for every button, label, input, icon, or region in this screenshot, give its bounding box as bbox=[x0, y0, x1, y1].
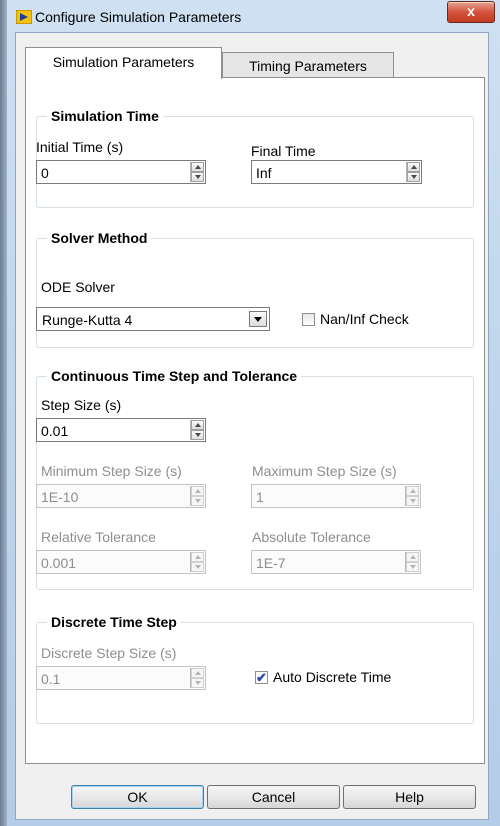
continuous-step-title: Continuous Time Step and Tolerance bbox=[47, 368, 302, 384]
min-step-input[interactable]: 1E-10 bbox=[36, 484, 206, 508]
relative-tolerance-label: Relative Tolerance bbox=[41, 529, 156, 545]
absolute-tolerance-input[interactable]: 1E-7 bbox=[251, 550, 421, 574]
absolute-tolerance-spinner[interactable] bbox=[405, 552, 419, 572]
dialog-body: Simulation Parameters Timing Parameters … bbox=[15, 32, 489, 820]
step-size-spinner[interactable] bbox=[190, 420, 204, 440]
discrete-step-input[interactable]: 0.1 bbox=[36, 666, 206, 690]
tab-simulation-parameters[interactable]: Simulation Parameters bbox=[25, 47, 222, 79]
increment-icon[interactable] bbox=[406, 486, 419, 496]
initial-time-spinner[interactable] bbox=[190, 162, 204, 182]
close-button[interactable]: x bbox=[447, 1, 495, 23]
max-step-label: Maximum Step Size (s) bbox=[252, 463, 397, 479]
step-size-value: 0.01 bbox=[41, 423, 69, 439]
cancel-button[interactable]: Cancel bbox=[207, 785, 340, 809]
decrement-icon[interactable] bbox=[191, 678, 204, 688]
min-step-value: 1E-10 bbox=[41, 489, 79, 505]
min-step-spinner[interactable] bbox=[190, 486, 204, 506]
increment-icon[interactable] bbox=[407, 162, 420, 172]
initial-time-value: 0 bbox=[41, 165, 49, 181]
increment-icon[interactable] bbox=[191, 668, 204, 678]
final-time-spinner[interactable] bbox=[406, 162, 420, 182]
discrete-step-spinner[interactable] bbox=[190, 668, 204, 688]
decrement-icon[interactable] bbox=[191, 430, 204, 440]
increment-icon[interactable] bbox=[191, 162, 204, 172]
step-size-input[interactable]: 0.01 bbox=[36, 418, 206, 442]
auto-discrete-time-label[interactable]: Auto Discrete Time bbox=[273, 669, 391, 685]
increment-icon[interactable] bbox=[191, 486, 204, 496]
simulation-time-title: Simulation Time bbox=[47, 108, 163, 124]
max-step-value: 1 bbox=[256, 489, 264, 505]
relative-tolerance-spinner[interactable] bbox=[190, 552, 204, 572]
chevron-down-icon[interactable] bbox=[249, 311, 267, 327]
help-button[interactable]: Help bbox=[343, 785, 476, 809]
discrete-step-value: 0.1 bbox=[41, 671, 61, 687]
decrement-icon[interactable] bbox=[191, 562, 204, 572]
increment-icon[interactable] bbox=[191, 552, 204, 562]
final-time-value: Inf bbox=[256, 165, 272, 181]
decrement-icon[interactable] bbox=[407, 172, 420, 182]
tab-timing-parameters[interactable]: Timing Parameters bbox=[222, 52, 394, 79]
initial-time-label: Initial Time (s) bbox=[36, 139, 124, 155]
title-bar[interactable]: Configure Simulation Parameters x bbox=[7, 0, 500, 32]
discrete-step-title: Discrete Time Step bbox=[47, 614, 181, 630]
final-time-input[interactable]: Inf bbox=[251, 160, 422, 184]
increment-icon[interactable] bbox=[406, 552, 419, 562]
tab-strip: Simulation Parameters Timing Parameters bbox=[16, 47, 488, 79]
min-step-label: Minimum Step Size (s) bbox=[41, 463, 182, 479]
solver-method-title: Solver Method bbox=[47, 230, 152, 246]
ode-solver-value: Runge-Kutta 4 bbox=[42, 312, 133, 328]
max-step-spinner[interactable] bbox=[405, 486, 419, 506]
decrement-icon[interactable] bbox=[406, 496, 419, 506]
auto-discrete-time-checkbox[interactable]: ✔ bbox=[255, 671, 268, 684]
discrete-step-label: Discrete Step Size (s) bbox=[41, 645, 177, 661]
max-step-input[interactable]: 1 bbox=[251, 484, 421, 508]
increment-icon[interactable] bbox=[191, 420, 204, 430]
decrement-icon[interactable] bbox=[191, 172, 204, 182]
window-title: Configure Simulation Parameters bbox=[35, 9, 242, 25]
final-time-label: Final Time bbox=[251, 143, 316, 159]
step-size-label: Step Size (s) bbox=[41, 397, 122, 413]
ok-button[interactable]: OK bbox=[71, 785, 204, 809]
naninf-check-label[interactable]: Nan/Inf Check bbox=[320, 311, 409, 327]
absolute-tolerance-label: Absolute Tolerance bbox=[252, 529, 371, 545]
decrement-icon[interactable] bbox=[191, 496, 204, 506]
initial-time-input[interactable]: 0 bbox=[36, 160, 206, 184]
relative-tolerance-value: 0.001 bbox=[41, 555, 77, 571]
ode-solver-select[interactable]: Runge-Kutta 4 bbox=[36, 307, 270, 331]
labview-app-icon bbox=[16, 10, 32, 24]
ode-solver-label: ODE Solver bbox=[41, 279, 115, 295]
naninf-check-checkbox[interactable] bbox=[302, 313, 315, 326]
relative-tolerance-input[interactable]: 0.001 bbox=[36, 550, 206, 574]
decrement-icon[interactable] bbox=[406, 562, 419, 572]
tab-panel: Simulation Time Initial Time (s) 0 Final… bbox=[25, 77, 485, 764]
absolute-tolerance-value: 1E-7 bbox=[256, 555, 286, 571]
